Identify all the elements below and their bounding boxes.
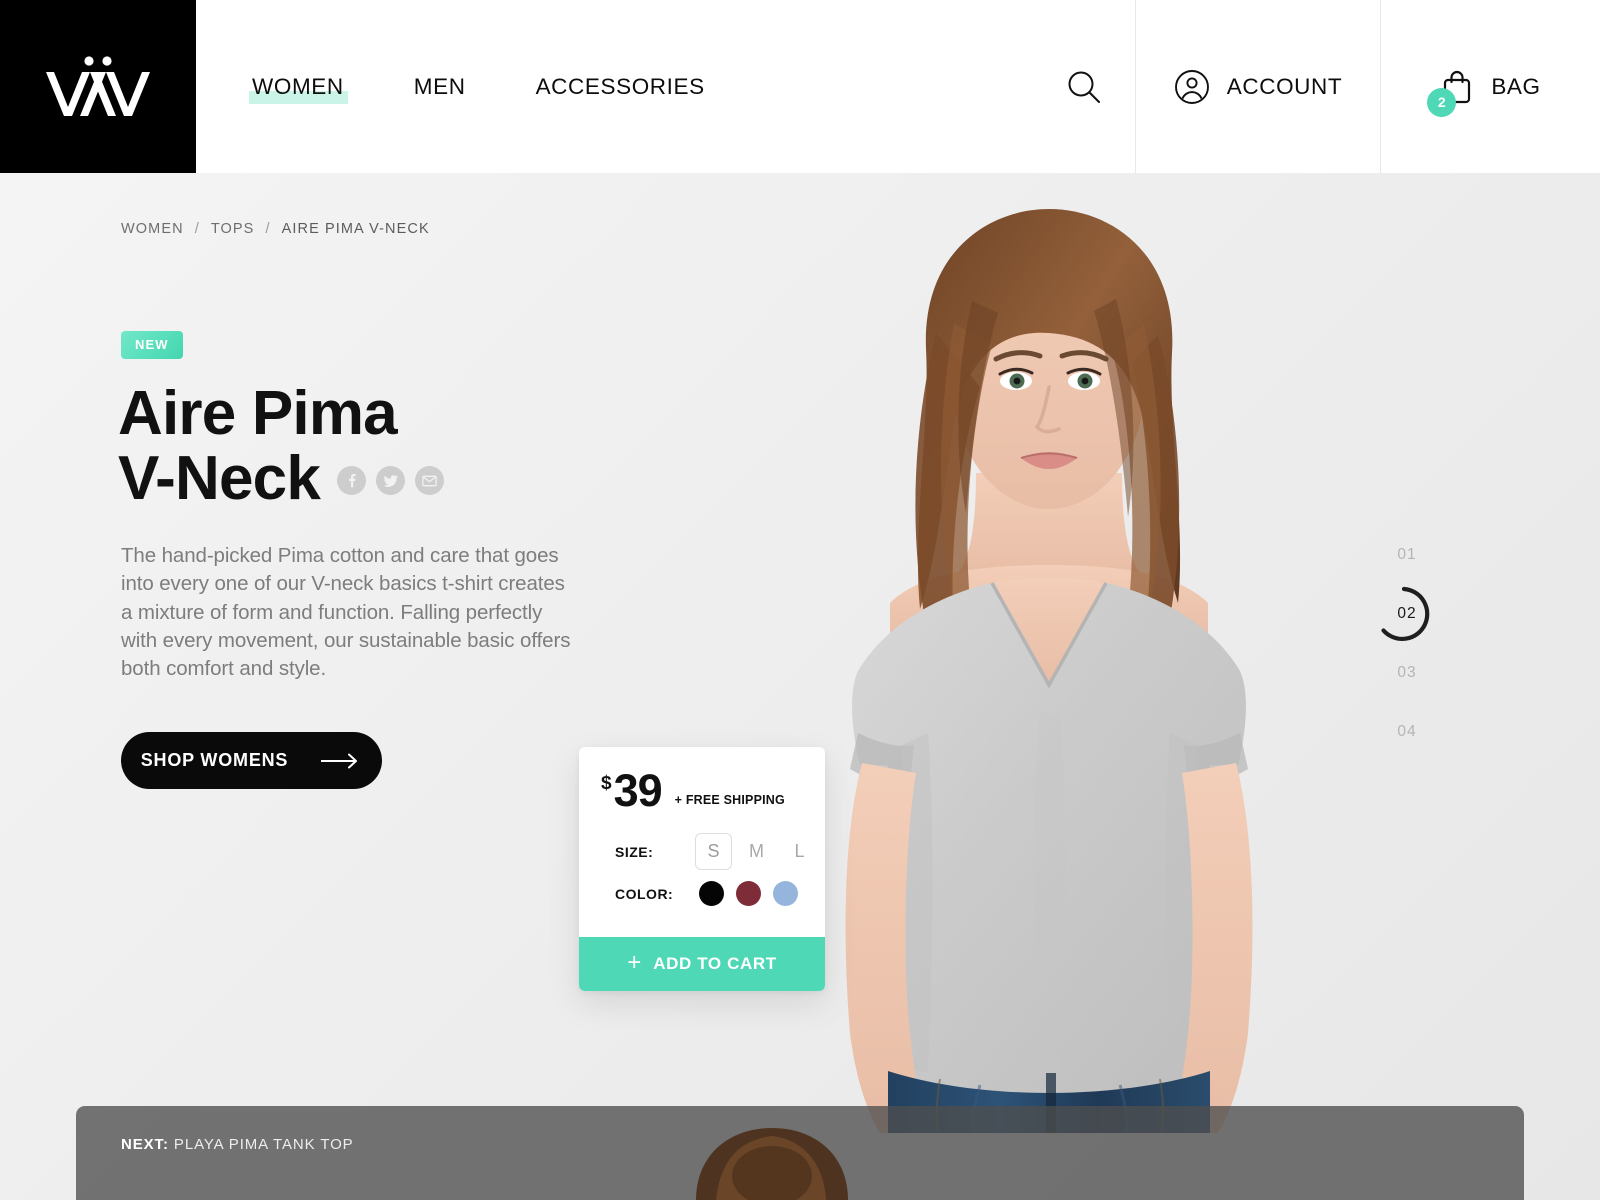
add-to-cart-button[interactable]: + ADD TO CART xyxy=(579,936,825,991)
logo[interactable] xyxy=(0,0,196,173)
carousel-slide-02-label: 02 xyxy=(1397,604,1417,622)
product-title-block: Aire Pima V-Neck xyxy=(118,381,638,511)
bag-icon-wrapper: 2 xyxy=(1427,68,1474,117)
breadcrumb-separator: / xyxy=(265,221,271,237)
next-model-thumbnail xyxy=(696,1128,848,1200)
carousel-slide-02[interactable]: 02 xyxy=(1378,584,1436,643)
carousel-slide-01[interactable]: 01 xyxy=(1378,525,1436,584)
breadcrumb: WOMEN / TOPS / AIRE PIMA V-NECK xyxy=(121,221,430,237)
carousel-slide-03[interactable]: 03 xyxy=(1378,643,1436,702)
vav-logo-icon xyxy=(46,55,150,116)
account-icon xyxy=(1174,69,1209,104)
nav-item-accessories[interactable]: ACCESSORIES xyxy=(535,72,706,102)
price-row: $ 39 + FREE SHIPPING xyxy=(579,765,825,816)
price-value: 39 xyxy=(613,765,663,816)
nav-item-women[interactable]: WOMEN xyxy=(249,72,348,104)
nav-item-men[interactable]: MEN xyxy=(413,72,467,102)
size-option-l[interactable]: L xyxy=(781,833,818,870)
account-label: ACCOUNT xyxy=(1226,73,1343,99)
size-selector-row: SIZE: S M L xyxy=(579,831,825,873)
color-label: COLOR: xyxy=(615,885,674,902)
social-share-group xyxy=(337,466,444,511)
share-twitter-button[interactable] xyxy=(376,466,405,496)
product-model-photo xyxy=(740,173,1360,1133)
shop-womens-label: SHOP WOMENS xyxy=(140,750,289,770)
size-option-s[interactable]: S xyxy=(695,833,732,871)
color-selector-row: COLOR: xyxy=(579,873,825,915)
product-title-row2: V-Neck xyxy=(118,446,638,511)
color-options xyxy=(695,881,798,907)
size-label: SIZE: xyxy=(615,843,654,860)
breadcrumb-separator: / xyxy=(194,221,200,237)
breadcrumb-item-tops[interactable]: TOPS xyxy=(211,221,255,237)
price-currency: $ xyxy=(601,773,612,794)
bag-label: BAG xyxy=(1491,73,1541,99)
size-option-m[interactable]: M xyxy=(738,833,775,870)
purchase-card: $ 39 + FREE SHIPPING SIZE: S M L COLOR: xyxy=(579,747,825,991)
share-email-button[interactable] xyxy=(415,466,444,496)
size-options: S M L xyxy=(695,833,818,871)
next-title: PLAYA PIMA TANK TOP xyxy=(173,1136,354,1153)
add-to-cart-label: ADD TO CART xyxy=(653,953,777,973)
main-nav: WOMEN MEN ACCESSORIES xyxy=(196,0,1033,173)
shop-womens-button[interactable]: SHOP WOMENS xyxy=(121,732,382,789)
color-option-black[interactable] xyxy=(699,881,724,907)
new-badge: NEW xyxy=(121,331,183,359)
next-prefix: NEXT: xyxy=(121,1136,169,1153)
search-button[interactable] xyxy=(1033,0,1135,173)
carousel-pagination: 01 02 03 04 xyxy=(1378,525,1436,761)
next-product-bar[interactable]: NEXT: PLAYA PIMA TANK TOP xyxy=(76,1106,1524,1200)
hero-section: WOMEN / TOPS / AIRE PIMA V-NECK NEW Aire… xyxy=(0,173,1600,1200)
search-icon xyxy=(1068,71,1100,103)
twitter-icon xyxy=(383,474,398,487)
model-illustration xyxy=(845,209,1253,1133)
breadcrumb-item-current: AIRE PIMA V-NECK xyxy=(281,221,430,237)
bag-button[interactable]: 2 BAG xyxy=(1380,0,1600,173)
facebook-icon xyxy=(349,474,356,488)
color-option-light-blue[interactable] xyxy=(773,881,798,907)
product-title-line1: Aire Pima xyxy=(118,379,398,448)
plus-icon: + xyxy=(627,948,642,976)
next-product-label: NEXT: PLAYA PIMA TANK TOP xyxy=(121,1136,354,1153)
next-product-preview-image xyxy=(676,1106,996,1200)
product-description: The hand-picked Pima cotton and care tha… xyxy=(121,544,571,681)
share-facebook-button[interactable] xyxy=(337,466,366,496)
email-icon xyxy=(422,475,437,487)
carousel-slide-04[interactable]: 04 xyxy=(1378,702,1436,761)
site-header: WOMEN MEN ACCESSORIES ACCOUNT 2 BAG xyxy=(0,0,1600,173)
shipping-note: + FREE SHIPPING xyxy=(674,793,785,807)
product-page: WOMEN MEN ACCESSORIES ACCOUNT 2 BAG WOME… xyxy=(0,0,1600,1200)
account-button[interactable]: ACCOUNT xyxy=(1135,0,1380,173)
breadcrumb-item-women[interactable]: WOMEN xyxy=(121,221,184,237)
color-option-burgundy[interactable] xyxy=(736,881,761,907)
purchase-card-body: $ 39 + FREE SHIPPING SIZE: S M L COLOR: xyxy=(579,747,825,937)
bag-count-badge: 2 xyxy=(1427,87,1457,117)
arrow-right-icon xyxy=(321,753,358,768)
product-title-line2: V-Neck xyxy=(118,444,321,514)
